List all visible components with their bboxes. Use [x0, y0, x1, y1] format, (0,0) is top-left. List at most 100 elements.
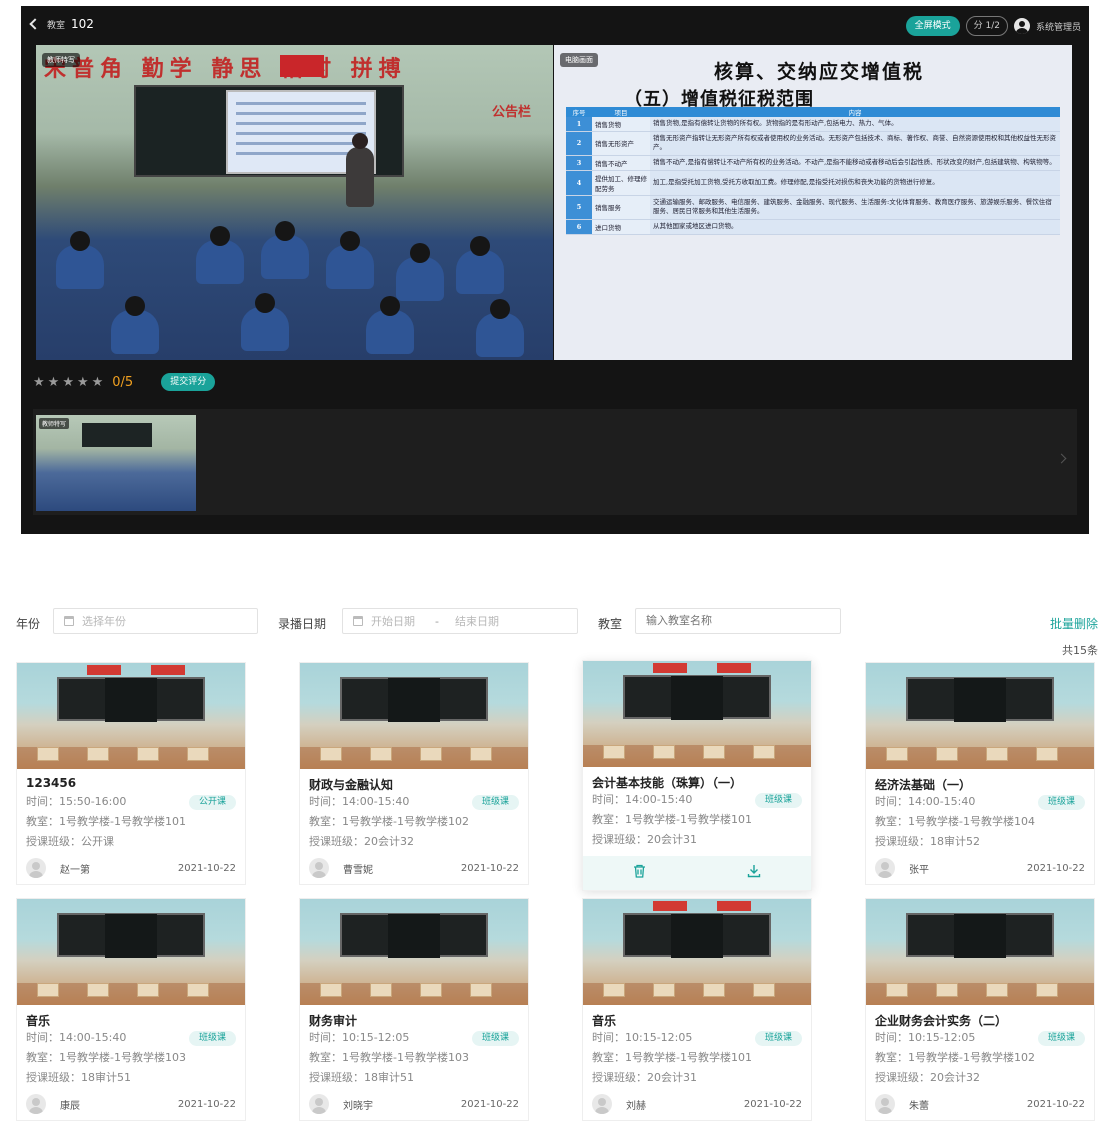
card-room: 教室：1号教学楼-1号教学楼103 [309, 1051, 469, 1064]
slide-table-header: 序号 项目 内容 [566, 107, 1060, 117]
layout-split-button[interactable]: 分 1/2 [965, 16, 1008, 36]
star-icon[interactable]: ★ [62, 375, 74, 390]
chevron-right-icon[interactable] [1056, 453, 1067, 464]
recording-card[interactable]: 音乐 时间：10:15-12:05 班级课 教室：1号教学楼-1号教学楼101 授… [582, 898, 812, 1121]
recording-card[interactable]: 企业财务会计实务（二） 时间：10:15-12:05 班级课 教室：1号教学楼-1… [865, 898, 1095, 1121]
student-figure [396, 243, 444, 301]
recording-thumbnail[interactable] [300, 663, 528, 769]
card-footer: 刘晓宇 2021-10-22 [309, 1088, 519, 1120]
card-class: 授课班级：公开课 [26, 835, 114, 848]
thumbnail-blackboard-image [82, 423, 152, 447]
teacher-name: 康辰 [60, 1100, 80, 1112]
slide-table-row: 1 销售货物 销售货物,是指有偿转让货物的所有权。货物指的是有形动产,包括电力、… [566, 117, 1060, 132]
admin-name[interactable]: 系统管理员 [1036, 20, 1081, 33]
end-date-placeholder: 结束日期 [454, 615, 499, 628]
card-footer: 曹雪妮 2021-10-22 [309, 852, 519, 884]
classroom-search-input[interactable] [635, 608, 841, 634]
recording-thumbnail[interactable] [866, 663, 1094, 769]
slide-table-row: 2 销售无形资产 销售无形资产指转让无形资产所有权或者使用权的业务活动。无形资产… [566, 131, 1060, 156]
slide-row-content: 销售不动产,是指有偿转让不动产所有权的业务活动。不动产,是指不能移动或者移动后会… [650, 155, 1060, 171]
recording-thumbnail[interactable] [583, 661, 811, 767]
desk-image [886, 747, 908, 761]
slide-row-no: 3 [566, 155, 592, 171]
card-title: 音乐 [592, 1014, 617, 1028]
desk-image [653, 983, 675, 997]
teacher-video-tag: 教师特写 [42, 53, 80, 67]
recording-card[interactable]: 财政与金融认知 时间：14:00-15:40 班级课 教室：1号教学楼-1号教学楼… [299, 662, 529, 885]
date-range-picker[interactable]: 开始日期 - 结束日期 [342, 608, 578, 634]
card-footer: 张平 2021-10-22 [875, 852, 1085, 884]
slide-row-content: 加工,是指受托加工货物,受托方收取加工费。修理修配,是指受托对损伤和丧失功能的货… [650, 170, 1060, 196]
star-icon[interactable]: ★ [92, 375, 104, 390]
teacher-video[interactable]: 宋普角 勤学 静思 惜时 拼搏 教师特写 公告栏 [36, 45, 553, 360]
card-footer: 朱蕾 2021-10-22 [875, 1088, 1085, 1120]
desk-image [936, 983, 958, 997]
screen-video[interactable]: 电脑画面 核算、交纳应交增值税 （五）增值税征税范围 序号 项目 内容 1 销售… [554, 45, 1072, 360]
desk-image [986, 983, 1008, 997]
desk-image [1036, 983, 1058, 997]
slide-row-item: 进口货物 [592, 219, 650, 235]
card-time: 时间：14:00-15:40 班级课 [592, 790, 802, 810]
slide-table-row: 5 销售服务 交通运输服务、邮政服务、电信服务、建筑服务、金融服务、现代服务、生… [566, 195, 1060, 220]
submit-rating-button[interactable]: 提交评分 [161, 373, 216, 391]
desk-image [1036, 747, 1058, 761]
classroom-label: 教室 [47, 20, 66, 31]
fullscreen-mode-button[interactable]: 全屏模式 [905, 16, 960, 36]
year-select[interactable]: 选择年份 [53, 608, 258, 634]
course-type-badge: 班级课 [188, 1031, 236, 1046]
record-date: 2021-10-22 [1026, 862, 1085, 874]
recording-card[interactable]: 音乐 时间：14:00-15:40 班级课 教室：1号教学楼-1号教学楼103 授… [16, 898, 246, 1121]
desk-image [603, 983, 625, 997]
course-type-badge: 班级课 [471, 795, 519, 810]
recording-thumbnail[interactable] [17, 899, 245, 1005]
classroom-banner: 宋普角 勤学 静思 惜时 拼搏 [44, 57, 407, 82]
rating-score: 0/5 [112, 374, 134, 390]
desk-image [470, 983, 492, 997]
recording-thumbnail[interactable] [17, 663, 245, 769]
teacher-name: 朱蕾 [909, 1100, 929, 1112]
back-button[interactable]: 教室 102 [29, 17, 94, 31]
user-avatar-icon[interactable] [1013, 18, 1030, 34]
avatar-icon [309, 1094, 329, 1114]
star-icon[interactable]: ★ [77, 375, 89, 390]
video-thumbnail[interactable]: 教师特写 [36, 415, 196, 511]
desk-image [753, 745, 775, 759]
slide-table: 序号 项目 内容 1 销售货物 销售货物,是指有偿转让货物的所有权。货物指的是有… [566, 107, 1060, 235]
star-icon[interactable]: ★ [33, 375, 45, 390]
batch-delete-link[interactable]: 批量删除 [1050, 615, 1098, 632]
slide-table-row: 6 进口货物 从其他国家或地区进口货物。 [566, 219, 1060, 235]
recording-thumbnail[interactable] [866, 899, 1094, 1005]
card-title: 123456 [26, 776, 77, 790]
thumbnail-tag: 教师特写 [39, 418, 70, 429]
recording-card[interactable]: 财务审计 时间：10:15-12:05 班级课 教室：1号教学楼-1号教学楼103… [299, 898, 529, 1121]
desk-image [320, 983, 342, 997]
recording-card-hovered[interactable]: 会计基本技能（珠算）（一） 时间：14:00-15:40 班级课 教室：1号教学楼… [582, 660, 812, 891]
card-footer: 刘赫 2021-10-22 [592, 1088, 802, 1120]
trash-icon[interactable] [633, 864, 646, 882]
recording-thumbnail[interactable] [300, 899, 528, 1005]
download-icon[interactable] [747, 864, 761, 882]
desk-image [420, 747, 442, 761]
avatar-icon [875, 858, 895, 878]
blackboard-image [906, 913, 1054, 958]
card-room: 教室：1号教学楼-1号教学楼101 [26, 815, 186, 828]
desk-image [603, 745, 625, 759]
recording-card[interactable]: 经济法基础（一） 时间：14:00-15:40 班级课 教室：1号教学楼-1号教学… [865, 662, 1095, 885]
player-panel: 教室 102 全屏模式 分 1/2 系统管理员 宋普角 勤学 静思 惜时 拼搏 … [21, 6, 1089, 534]
slide-table-row: 3 销售不动产 销售不动产,是指有偿转让不动产所有权的业务活动。不动产,是指不能… [566, 155, 1060, 171]
slide-row-no: 5 [566, 195, 592, 220]
slide-row-no: 6 [566, 219, 592, 235]
desk-image [936, 747, 958, 761]
student-figure [241, 293, 289, 351]
avatar-icon [26, 858, 46, 878]
student-figure [111, 296, 159, 354]
teacher-figure [346, 133, 374, 207]
recording-thumbnail[interactable] [583, 899, 811, 1005]
start-date-placeholder: 开始日期 [371, 615, 415, 628]
star-icon[interactable]: ★ [48, 375, 60, 390]
recording-card[interactable]: 123456 时间：15:50-16:00 公开课 教室：1号教学楼-1号教学楼1… [16, 662, 246, 885]
slide-row-no: 1 [566, 117, 592, 132]
notice-board-text: 公告栏 [491, 105, 531, 120]
desk-image [37, 983, 59, 997]
year-label: 年份 [16, 617, 41, 631]
